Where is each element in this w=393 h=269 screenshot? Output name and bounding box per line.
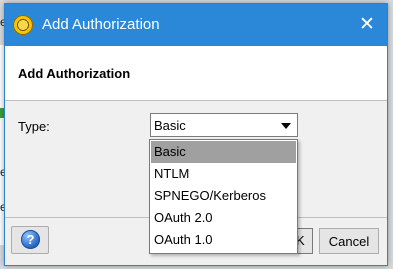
dialog-titlebar[interactable]: Add Authorization ✕ [5, 4, 387, 46]
header-title: Add Authorization [18, 66, 131, 81]
dialog-header-panel: Add Authorization [5, 46, 387, 101]
type-select[interactable]: Basic [150, 113, 298, 137]
question-circle-icon: ? [21, 230, 40, 249]
close-icon[interactable]: ✕ [353, 12, 381, 38]
type-label: Type: [18, 119, 50, 134]
dialog-title: Add Authorization [42, 16, 160, 33]
type-dropdown-list: Basic NTLM SPNEGO/Kerberos OAuth 2.0 OAu… [149, 139, 298, 254]
soapui-logo-icon [13, 15, 33, 35]
help-button[interactable]: ? [11, 226, 49, 254]
chevron-down-icon[interactable] [281, 123, 291, 129]
option-spnego-kerberos[interactable]: SPNEGO/Kerberos [151, 185, 296, 207]
cancel-button-label: Cancel [328, 234, 370, 249]
type-select-value: Basic [154, 118, 186, 133]
cancel-button[interactable]: Cancel [319, 228, 379, 254]
option-oauth-1[interactable]: OAuth 1.0 [151, 229, 296, 251]
option-oauth-2[interactable]: OAuth 2.0 [151, 207, 296, 229]
option-ntlm[interactable]: NTLM [151, 163, 296, 185]
option-basic[interactable]: Basic [151, 141, 296, 163]
